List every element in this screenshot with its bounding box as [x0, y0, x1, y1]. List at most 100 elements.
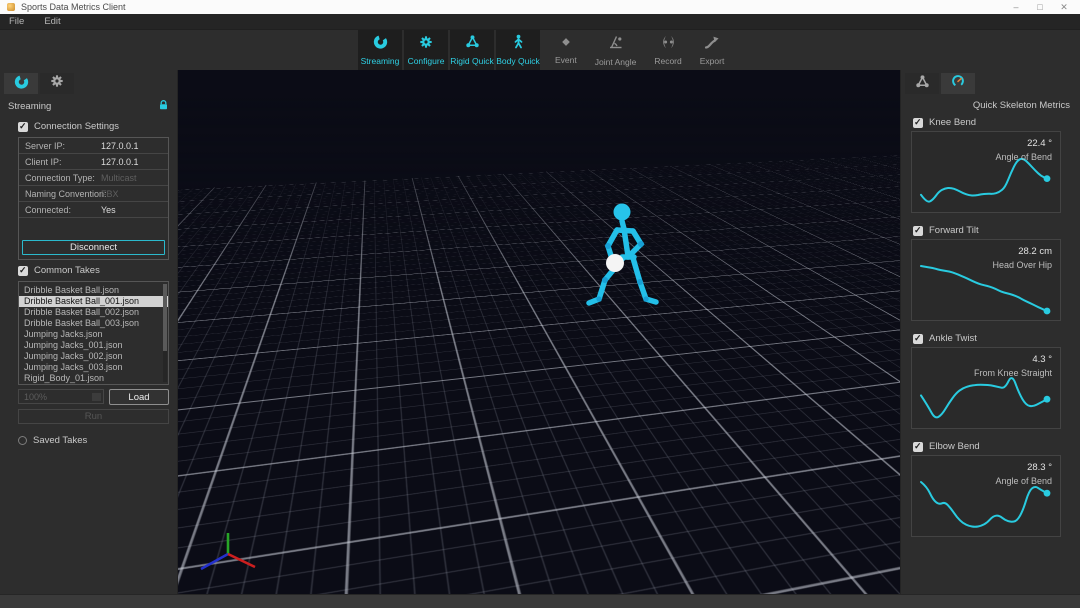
toolbar-button-label: Rigid Quick — [450, 56, 493, 66]
metrics-list: Knee Bend22.4 °Angle of BendForward Tilt… — [901, 114, 1080, 537]
right-panel-tab-gauge[interactable] — [941, 73, 975, 94]
disconnect-button[interactable]: Disconnect — [22, 240, 165, 255]
metric-description: Head Over Hip — [992, 260, 1052, 270]
toolbar-button-rigid-quick[interactable]: Rigid Quick — [450, 30, 494, 70]
connection-settings-label: Connection Settings — [34, 121, 119, 132]
list-item[interactable]: Jumping Jacks_003.json — [19, 362, 168, 373]
skeleton-head — [614, 204, 631, 221]
metric-header: Elbow Bend — [901, 438, 1080, 455]
connection-row-label: Server IP: — [19, 141, 101, 151]
connection-row-label: Connection Type: — [19, 173, 101, 183]
axis-gizmo — [198, 530, 260, 580]
toolbar-button-label: Record — [654, 56, 681, 66]
gear-icon — [50, 74, 64, 93]
left-panel-tab-streaming[interactable] — [4, 73, 38, 94]
streaming-icon — [14, 74, 29, 94]
metrics-panel-title: Quick Skeleton Metrics — [973, 100, 1070, 111]
metrics-panel-header: Quick Skeleton Metrics — [901, 96, 1080, 114]
connection-settings-row: Connection Settings — [0, 116, 177, 136]
lock-icon — [159, 100, 168, 113]
connection-row-value[interactable]: Yes — [101, 205, 116, 215]
app-icon — [7, 3, 15, 11]
list-item[interactable]: Rigid_Body_01.json — [19, 373, 168, 384]
maximize-button[interactable]: □ — [1028, 0, 1052, 14]
toolbar-button-body-quick[interactable]: Body Quick — [496, 30, 540, 70]
toolbar-button-configure[interactable]: Configure — [404, 30, 448, 70]
gear-icon — [419, 35, 433, 54]
connection-row-value[interactable]: Multicast — [101, 173, 137, 183]
3d-viewport[interactable] — [178, 70, 900, 594]
connection-row: Naming Convention:FBX — [19, 186, 168, 202]
menu-item-edit[interactable]: Edit — [44, 16, 60, 27]
connection-spacer — [19, 218, 168, 240]
scrollbar-thumb[interactable] — [163, 284, 167, 351]
streaming-panel-title: Streaming — [8, 101, 51, 112]
skeleton-figure — [178, 70, 900, 594]
toolbar-inactive-group: Event Joint Angle Record Export — [548, 30, 731, 70]
left-panel-tab-gear[interactable] — [40, 73, 74, 94]
connection-row-label: Client IP: — [19, 157, 101, 167]
connection-settings-checkbox[interactable] — [18, 122, 28, 132]
toolbar-button-label: Body Quick — [496, 56, 539, 66]
toolbar-button-joint-angle[interactable]: Joint Angle — [588, 30, 644, 70]
metric-checkbox[interactable] — [913, 334, 923, 344]
connection-row-value[interactable]: FBX — [101, 189, 119, 199]
list-item[interactable]: Jumping Jacks_001.json — [19, 340, 168, 351]
streaming-panel-header: Streaming — [0, 96, 177, 116]
export-icon — [704, 35, 720, 54]
toolbar-button-streaming[interactable]: Streaming — [358, 30, 402, 70]
left-panel-tabs — [0, 70, 177, 96]
metric-checkbox[interactable] — [913, 118, 923, 128]
metric-section-forward-tilt: Forward Tilt28.2 cmHead Over Hip — [901, 222, 1080, 321]
toolbar-button-export[interactable]: Export — [693, 30, 732, 70]
list-item[interactable]: Dribble Basket Ball.json — [19, 285, 168, 296]
metric-description: Angle of Bend — [995, 152, 1052, 162]
connection-row: Connected:Yes — [19, 202, 168, 218]
right-panel-tabs — [901, 70, 1080, 96]
speed-spinner-icon[interactable] — [92, 393, 101, 401]
common-takes-checkbox[interactable] — [18, 266, 28, 276]
metric-section-ankle-twist: Ankle Twist4.3 °From Knee Straight — [901, 330, 1080, 429]
connection-settings-box: Server IP:127.0.0.1Client IP:127.0.0.1Co… — [18, 137, 169, 260]
connection-row: Server IP:127.0.0.1 — [19, 138, 168, 154]
rigid-body-icon — [465, 34, 480, 54]
metric-header: Forward Tilt — [901, 222, 1080, 239]
list-item[interactable]: Jumping Jacks_002.json — [19, 351, 168, 362]
metric-chart: 28.2 cmHead Over Hip — [911, 239, 1061, 321]
takes-items: Dribble Basket Ball.jsonDribble Basket B… — [19, 285, 168, 384]
metric-checkbox[interactable] — [913, 442, 923, 452]
run-button[interactable]: Run — [18, 409, 169, 424]
metric-checkbox[interactable] — [913, 226, 923, 236]
joint-angle-icon — [607, 34, 624, 55]
connection-row-value[interactable]: 127.0.0.1 — [101, 141, 139, 151]
metrics-panel: Quick Skeleton Metrics Knee Bend22.4 °An… — [900, 70, 1080, 594]
list-item[interactable]: Dribble Basket Ball_003.json — [19, 318, 168, 329]
rigid-body-icon — [915, 74, 930, 94]
close-button[interactable]: ✕ — [1052, 0, 1076, 14]
takes-scrollbar[interactable] — [163, 284, 167, 382]
metric-header: Knee Bend — [901, 114, 1080, 131]
right-panel-tab-rigid-body[interactable] — [905, 73, 939, 94]
metric-chart: 28.3 °Angle of Bend — [911, 455, 1061, 537]
saved-takes-label: Saved Takes — [33, 435, 87, 446]
list-item[interactable]: Jumping Jacks.json — [19, 329, 168, 340]
connection-rows: Server IP:127.0.0.1Client IP:127.0.0.1Co… — [19, 138, 168, 218]
menu-item-file[interactable]: File — [9, 16, 24, 27]
toolbar-button-event[interactable]: Event — [548, 30, 584, 70]
axis-x-left — [201, 554, 228, 569]
toolbar-active-group: Streaming ConfigureRigid QuickBody Quick — [358, 30, 540, 70]
load-button[interactable]: Load — [109, 389, 169, 405]
saved-takes-checkbox[interactable] — [18, 436, 27, 445]
toolbar-button-record[interactable]: Record — [647, 30, 688, 70]
saved-takes-row: Saved Takes — [0, 430, 177, 450]
toolbar-button-label: Streaming — [361, 56, 400, 66]
common-takes-row: Common Takes — [0, 260, 177, 280]
list-item[interactable]: Dribble Basket Ball_001.json — [19, 296, 168, 307]
connection-row-label: Naming Convention: — [19, 189, 101, 199]
toolbar-button-label: Joint Angle — [595, 57, 637, 67]
connection-row-value[interactable]: 127.0.0.1 — [101, 157, 139, 167]
list-item[interactable]: Dribble Basket Ball_002.json — [19, 307, 168, 318]
metric-label: Ankle Twist — [929, 333, 977, 344]
minimize-button[interactable]: – — [1004, 0, 1028, 14]
playback-speed-input[interactable]: 100% — [18, 389, 104, 404]
